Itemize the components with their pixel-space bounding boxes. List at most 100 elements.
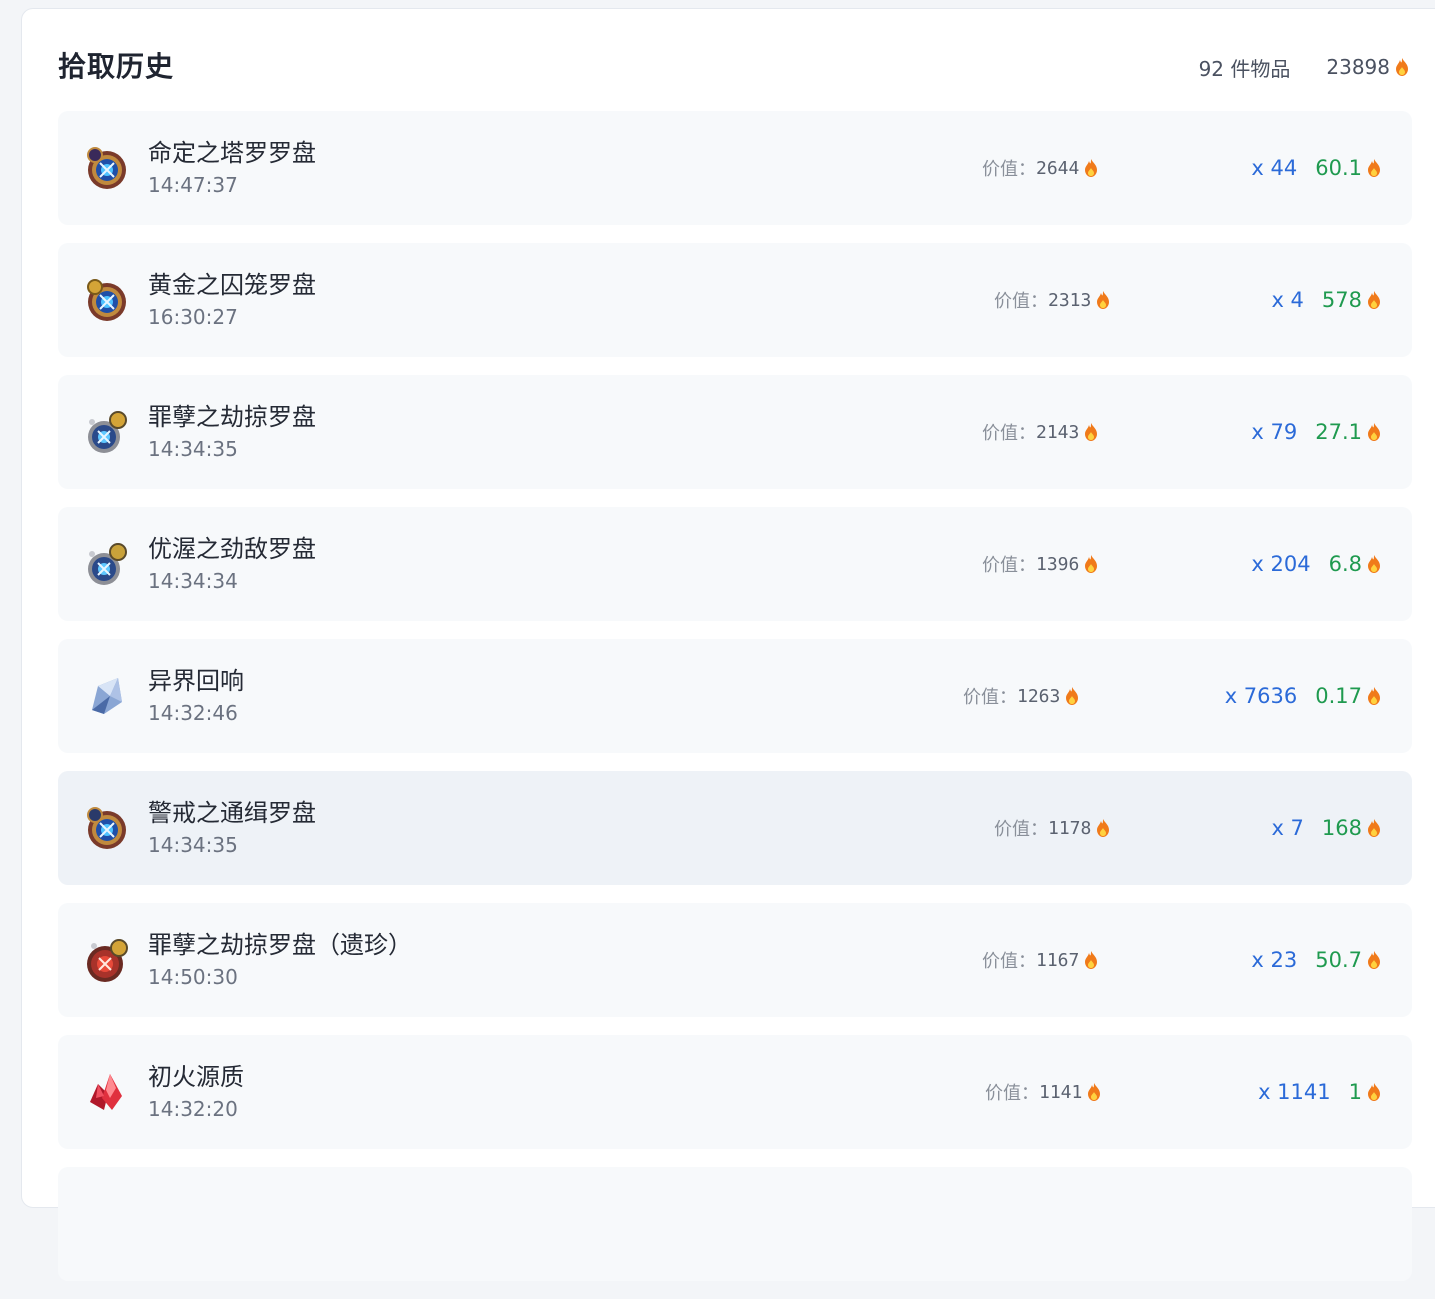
item-value: 价值： 1263 [963, 679, 1080, 713]
unit-price: 6.8 [1328, 552, 1362, 576]
flame-icon [1368, 159, 1380, 177]
item-time: 14:34:34 [148, 569, 238, 593]
unit-price: 60.1 [1315, 156, 1362, 180]
item-name: 黄金之囚笼罗盘 [148, 271, 316, 299]
flame-icon [1396, 58, 1408, 76]
unit-price: 50.7 [1315, 948, 1362, 972]
item-quantity-price: x 4 578 [1271, 283, 1382, 317]
unit-price: 0.17 [1315, 684, 1362, 708]
list-item[interactable]: 警戒之通缉罗盘 14:34:35 价值： 1178 x 7 168 [58, 771, 1412, 885]
compass-silver-icon [88, 543, 127, 585]
quantity: x 7636 [1224, 684, 1298, 708]
flame-icon [1368, 951, 1380, 969]
flame-icon [1088, 1083, 1101, 1101]
item-value: 价值： 1396 [982, 547, 1099, 581]
summary: 92 件物品 23898 [1199, 47, 1410, 87]
value-number: 1178 [1048, 817, 1092, 839]
unit-price: 578 [1321, 288, 1362, 312]
item-name: 初火源质 [148, 1063, 244, 1091]
item-quantity-price: x 23 50.7 [1251, 943, 1382, 977]
value-label: 价值： [994, 819, 1048, 840]
quantity: x 79 [1251, 420, 1298, 444]
item-time: 14:32:46 [148, 701, 238, 725]
page-title: 拾取历史 [58, 50, 175, 83]
value-label: 价值： [982, 555, 1036, 576]
value-label: 价值： [994, 291, 1048, 312]
quantity: x 1141 [1258, 1080, 1331, 1104]
list-item[interactable]: 罪孽之劫掠罗盘（遗珍） 14:50:30 价值： 1167 x 23 50.7 [58, 903, 1412, 1017]
quantity: x 204 [1251, 552, 1311, 576]
compass-blue-icon [87, 147, 126, 189]
item-name: 命定之塔罗罗盘 [148, 139, 316, 167]
item-time: 16:30:27 [148, 305, 238, 329]
item-time: 14:34:35 [148, 833, 238, 857]
item-quantity-price: x 7636 0.17 [1225, 679, 1382, 713]
item-value: 价值： 1141 [985, 1075, 1102, 1109]
flame-icon [1085, 951, 1098, 969]
flame-icon [1085, 423, 1098, 441]
item-time: 14:47:37 [148, 173, 238, 197]
history-list: 命定之塔罗罗盘 14:47:37 价值： 2644 x 44 60.1 黄金之囚… [58, 111, 1412, 1299]
item-count: 92 件物品 [1198, 56, 1291, 81]
quantity: x 44 [1251, 156, 1298, 180]
unit-price: 168 [1321, 816, 1362, 840]
list-item[interactable]: 罪孽之劫掠罗盘 14:34:35 价值： 2143 x 79 27.1 [58, 375, 1412, 489]
item-quantity-price: x 1141 1 [1258, 1075, 1382, 1109]
quantity: x 23 [1251, 948, 1298, 972]
pickup-history-panel: 拾取历史 92 件物品 23898 命定之塔罗罗盘 14:47:37 价值： 2… [21, 8, 1435, 1281]
item-name: 罪孽之劫掠罗盘（遗珍） [148, 931, 412, 959]
item-value: 价值： 2143 [982, 415, 1099, 449]
flame-icon [1097, 819, 1110, 837]
flame-icon [1085, 555, 1098, 573]
item-time: 14:50:30 [148, 965, 238, 989]
value-number: 1263 [1017, 685, 1061, 707]
item-value: 价值： 2644 [982, 151, 1099, 185]
list-item[interactable]: 命定之塔罗罗盘 14:47:37 价值： 2644 x 44 60.1 [58, 111, 1412, 225]
flame-icon [1368, 819, 1380, 837]
list-item[interactable]: 黄金之囚笼罗盘 16:30:27 价值： 2313 x 4 578 [58, 243, 1412, 357]
flame-icon [1368, 555, 1380, 573]
item-quantity-price: x 204 6.8 [1251, 547, 1382, 581]
item-quantity-price: x 44 60.1 [1251, 151, 1382, 185]
item-time: 14:34:35 [148, 437, 238, 461]
unit-price: 1 [1348, 1080, 1362, 1104]
compass-blue-icon [87, 807, 126, 849]
value-label: 价值： [982, 423, 1036, 444]
value-label: 价值： [982, 159, 1036, 180]
item-quantity-price: x 7 168 [1271, 811, 1382, 845]
panel-header: 拾取历史 92 件物品 23898 [58, 47, 1410, 87]
value-number: 1141 [1039, 1081, 1083, 1103]
compass-red-icon [87, 939, 128, 982]
flame-icon [1368, 291, 1380, 309]
value-number: 2143 [1036, 421, 1080, 443]
quantity: x 7 [1271, 816, 1304, 840]
value-number: 2313 [1048, 289, 1092, 311]
list-item-partial[interactable] [58, 1167, 1412, 1281]
flame-icon [1368, 423, 1380, 441]
flame-icon [1085, 159, 1098, 177]
compass-silver-icon [88, 411, 127, 453]
list-item[interactable]: 初火源质 14:32:20 价值： 1141 x 1141 1 [58, 1035, 1412, 1149]
list-item[interactable]: 异界回响 14:32:46 价值： 1263 x 7636 0.17 [58, 639, 1412, 753]
item-quantity-price: x 79 27.1 [1251, 415, 1382, 449]
crystal-shard-icon [92, 678, 122, 714]
item-value: 价值： 2313 [994, 283, 1111, 317]
total-value-number: 23898 [1326, 55, 1390, 79]
flame-icon [1368, 687, 1380, 705]
value-label: 价值： [963, 687, 1017, 708]
value-number: 1167 [1036, 949, 1080, 971]
item-name: 优渥之劲敌罗盘 [148, 535, 316, 563]
value-number: 1396 [1036, 553, 1080, 575]
compass-gold-icon [87, 279, 126, 321]
item-time: 14:32:20 [148, 1097, 238, 1121]
value-label: 价值： [985, 1083, 1039, 1104]
list-item[interactable]: 优渥之劲敌罗盘 14:34:34 价值： 1396 x 204 6.8 [58, 507, 1412, 621]
total-value: 23898 [1326, 55, 1410, 79]
red-crystal-icon [90, 1074, 122, 1110]
flame-icon [1066, 687, 1079, 705]
item-value: 价值： 1167 [982, 943, 1099, 977]
item-name: 异界回响 [148, 667, 244, 695]
flame-icon [1368, 1083, 1380, 1101]
quantity: x 4 [1271, 288, 1304, 312]
item-name: 罪孽之劫掠罗盘 [148, 403, 316, 431]
